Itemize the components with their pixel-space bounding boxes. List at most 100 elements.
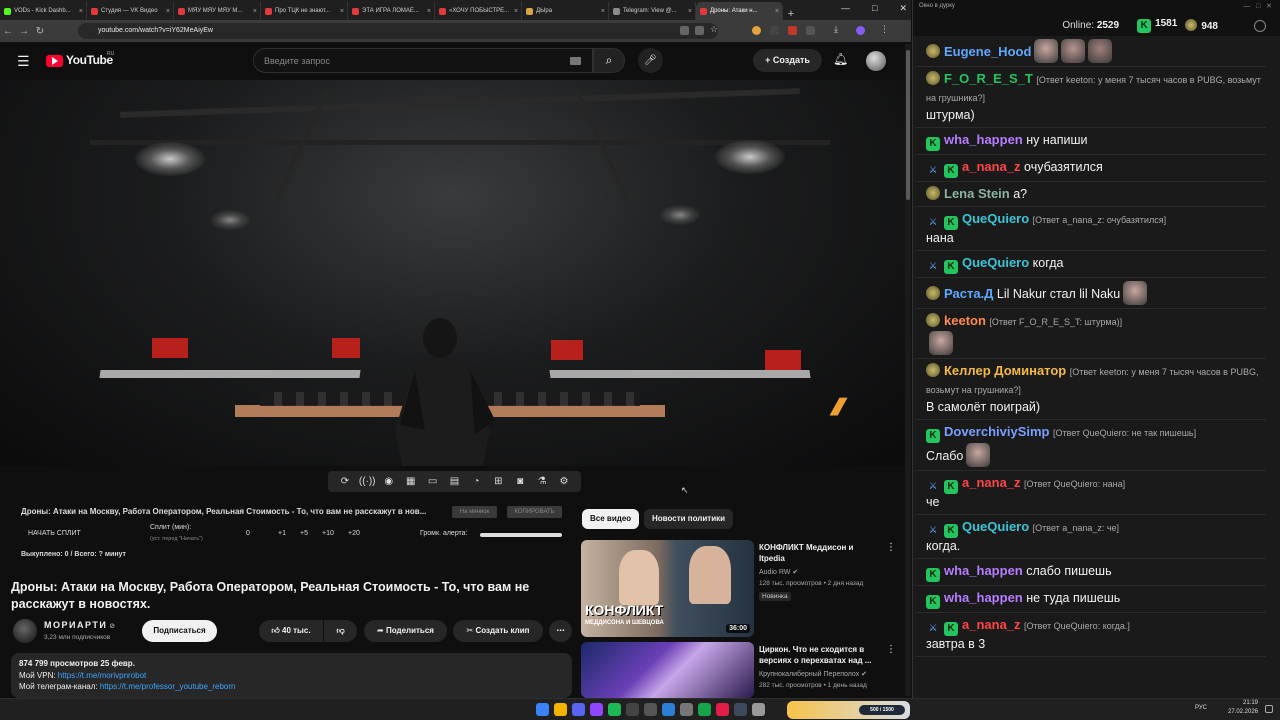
search-input[interactable]: Введите запрос	[253, 48, 593, 73]
copy-button[interactable]: КОПИРОВАТЬ	[507, 506, 562, 518]
alert-volume-slider[interactable]	[480, 533, 562, 537]
extension-counter-icon[interactable]	[770, 26, 779, 35]
chat-username[interactable]: DoverchiviySimp	[944, 424, 1050, 439]
browser-tab[interactable]: Студия — VK Видео ×	[87, 2, 174, 20]
vpn-link[interactable]: https://t.me/morivpnrobot	[58, 671, 146, 680]
notifications-bell-icon[interactable]: 🔔︎	[833, 52, 848, 66]
notification-center-icon[interactable]	[1265, 705, 1273, 713]
chip-politics-news[interactable]: Новости политики	[644, 509, 734, 529]
close-window-button[interactable]: ✕	[899, 3, 907, 14]
split-plus-10[interactable]: +10	[322, 530, 334, 537]
chip-all-videos[interactable]: Все видео	[582, 509, 640, 529]
chat-username[interactable]: a_nana_z	[962, 159, 1021, 174]
recommended-thumbnail-1[interactable]: КОНФЛИКТ МЕДДИСОНА И ШЕВЦОВА 36:00	[581, 540, 754, 637]
browser-tab[interactable]: MЯУ МЯУ МЯУ М... ×	[174, 2, 261, 20]
chat-settings-icon[interactable]	[1254, 20, 1266, 32]
chat-username[interactable]: QueQuiero	[962, 519, 1029, 534]
chat-username[interactable]: a_nana_z	[962, 475, 1021, 490]
camera-icon[interactable]: ◙	[512, 476, 528, 487]
keyboard-language[interactable]: РУС	[1195, 705, 1207, 711]
broadcast-icon[interactable]: ((·))	[359, 476, 376, 487]
recommended-title-1[interactable]: КОНФЛИКТ Меддисон и Itpedia	[759, 542, 879, 564]
split-value-0[interactable]: 0	[246, 530, 250, 537]
browser-tab[interactable]: ЭТА ИГРА ЛОМАЕ... ×	[348, 2, 435, 20]
tab-close-icon[interactable]: ×	[601, 8, 605, 15]
chat-username[interactable]: QueQuiero	[962, 255, 1029, 270]
url-input[interactable]: youtube.com/watch?v=iY62MeAiyEw	[78, 23, 718, 39]
browser-tab[interactable]: «ХОЧУ ПОБЫСТРЕ... ×	[435, 2, 522, 20]
loop-icon[interactable]: ⟳	[337, 476, 353, 487]
channel-name[interactable]: МОРИАРТИ ⊘	[44, 620, 115, 630]
maximize-button[interactable]: □	[872, 3, 877, 14]
chat-username[interactable]: Lena Stein	[944, 186, 1010, 201]
flask-icon[interactable]: ⚗	[534, 476, 550, 487]
clapper-icon[interactable]: ▤	[446, 476, 462, 487]
reload-icon[interactable]: ↻	[32, 26, 48, 37]
taskbar-app-icon[interactable]	[554, 703, 567, 716]
extensions-puzzle-icon[interactable]	[806, 26, 815, 35]
recommended-channel-1[interactable]: Audio RW ✔	[759, 568, 798, 576]
recommended-thumbnail-2[interactable]	[581, 642, 754, 698]
telegram-link[interactable]: https://t.me/professor_youtube_reborn	[100, 682, 236, 691]
tab-close-icon[interactable]: ×	[79, 8, 83, 15]
share-button[interactable]: ➦ Поделиться	[364, 620, 447, 642]
profile-avatar-icon[interactable]	[856, 26, 865, 35]
hamburger-menu-icon[interactable]: ☰	[17, 53, 30, 70]
new-tab-button[interactable]: +	[783, 8, 799, 20]
split-plus-1[interactable]: +1	[278, 530, 286, 537]
calendar-icon[interactable]: ▦	[403, 476, 419, 487]
taskbar-app-icon[interactable]	[662, 703, 675, 716]
view-icon[interactable]: ◉	[381, 476, 397, 487]
browser-tab[interactable]: Telegram: View @... ×	[609, 2, 696, 20]
recommended-title-2[interactable]: Циркон. Что не сходится в версиях о пере…	[759, 644, 879, 666]
speed-icon[interactable]: ◔	[468, 476, 484, 487]
chat-username[interactable]: Раста.Д	[944, 286, 993, 301]
back-icon[interactable]: ←	[0, 26, 16, 37]
minimize-button[interactable]: —	[841, 3, 850, 14]
keyboard-icon[interactable]	[570, 57, 581, 65]
tab-close-icon[interactable]: ×	[253, 8, 257, 15]
tab-close-icon[interactable]: ×	[514, 8, 518, 15]
mini-button[interactable]: На миниок	[452, 506, 497, 518]
taskbar-app-icon[interactable]	[572, 703, 585, 716]
recommended-channel-2[interactable]: Крупнокалиберный Переполох ✔	[759, 670, 867, 678]
chat-username[interactable]: Келлер Доминатор	[944, 363, 1066, 378]
subscribe-button[interactable]: Подписаться	[142, 620, 217, 642]
downloads-icon[interactable]: ⤓	[834, 24, 843, 34]
chat-scrollbar[interactable]	[1272, 44, 1278, 684]
chat-username[interactable]: a_nana_z	[962, 617, 1021, 632]
taskbar-app-icon[interactable]	[698, 703, 711, 716]
taskbar-app-icon[interactable]	[590, 703, 603, 716]
chat-username[interactable]: QueQuiero	[962, 211, 1029, 226]
split-plus-20[interactable]: +20	[348, 530, 360, 537]
tab-close-icon[interactable]: ×	[688, 8, 692, 15]
clip-button[interactable]: ✂ Создать клип	[453, 620, 543, 642]
taskbar-app-icon[interactable]	[626, 703, 639, 716]
split-plus-5[interactable]: +5	[300, 530, 308, 537]
tab-close-icon[interactable]: ×	[166, 8, 170, 15]
more-options-icon[interactable]: ⋮	[886, 542, 896, 553]
taskbar-app-icon[interactable]	[644, 703, 657, 716]
channel-avatar[interactable]	[13, 619, 37, 643]
taskbar-app-icon[interactable]	[608, 703, 621, 716]
chat-username[interactable]: wha_happen	[944, 132, 1023, 147]
voice-search-button[interactable]: 🎤︎	[638, 48, 663, 73]
tab-close-icon[interactable]: ×	[427, 8, 431, 15]
windows-start-icon[interactable]	[536, 703, 549, 716]
chat-username[interactable]: wha_happen	[944, 563, 1023, 578]
picture-in-picture-icon[interactable]: ▭	[425, 476, 441, 487]
taskbar-app-icon[interactable]	[716, 703, 729, 716]
search-button[interactable]: ⌕	[593, 48, 625, 73]
dislike-button[interactable]: 👎︎	[324, 620, 357, 642]
clock-date[interactable]: 27.02.2026	[1228, 709, 1258, 715]
chat-username[interactable]: wha_happen	[944, 590, 1023, 605]
extension-red-icon[interactable]	[788, 26, 797, 35]
add-screen-icon[interactable]: ⊞	[490, 476, 506, 487]
taskbar-app-icon[interactable]	[734, 703, 747, 716]
taskbar-app-icon[interactable]	[680, 703, 693, 716]
chat-username[interactable]: Eugene_Hood	[944, 44, 1031, 59]
create-button[interactable]: + Создать	[753, 49, 822, 72]
extension-icon[interactable]	[752, 26, 761, 35]
more-options-icon[interactable]: ⋮	[886, 644, 896, 655]
start-split-button[interactable]: НАЧАТЬ СПЛИТ	[28, 530, 81, 537]
